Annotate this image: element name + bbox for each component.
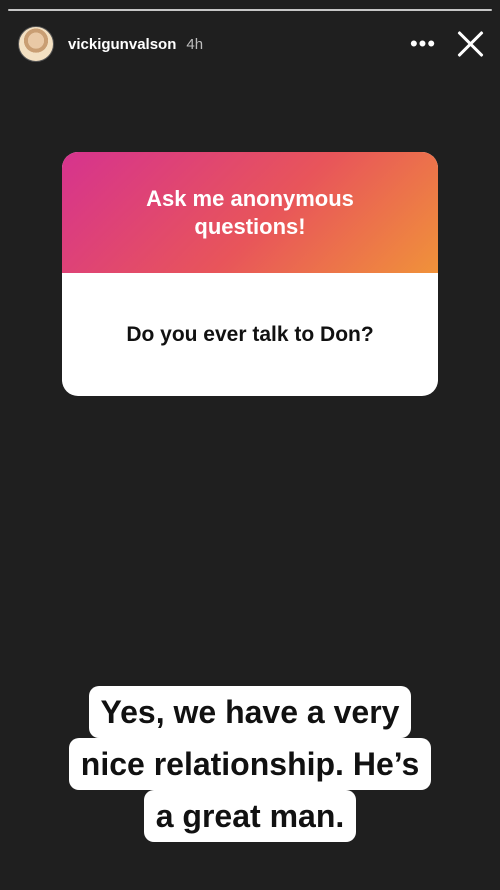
- avatar[interactable]: [18, 26, 54, 62]
- question-text: Do you ever talk to Don?: [126, 322, 374, 346]
- close-icon[interactable]: [454, 28, 486, 60]
- story-progress-segment: [8, 9, 492, 11]
- answer-caption: Yes, we have a very nice relationship. H…: [20, 686, 480, 842]
- question-prompt: Ask me anonymous questions!: [146, 185, 354, 239]
- question-sticker-body: Do you ever talk to Don?: [62, 273, 438, 396]
- answer-line: a great man.: [143, 790, 357, 842]
- story-header: vickigunvalson 4h •••: [18, 24, 486, 64]
- more-options-icon[interactable]: •••: [408, 33, 438, 55]
- story-progress-bar: [8, 9, 492, 12]
- question-sticker-header: Ask me anonymous questions!: [62, 152, 438, 273]
- post-time: 4h: [186, 35, 204, 53]
- answer-line: nice relationship. He’s: [68, 738, 432, 790]
- question-sticker[interactable]: Ask me anonymous questions! Do you ever …: [62, 152, 438, 396]
- answer-line: Yes, we have a very: [88, 686, 412, 738]
- username[interactable]: vickigunvalson: [68, 36, 176, 53]
